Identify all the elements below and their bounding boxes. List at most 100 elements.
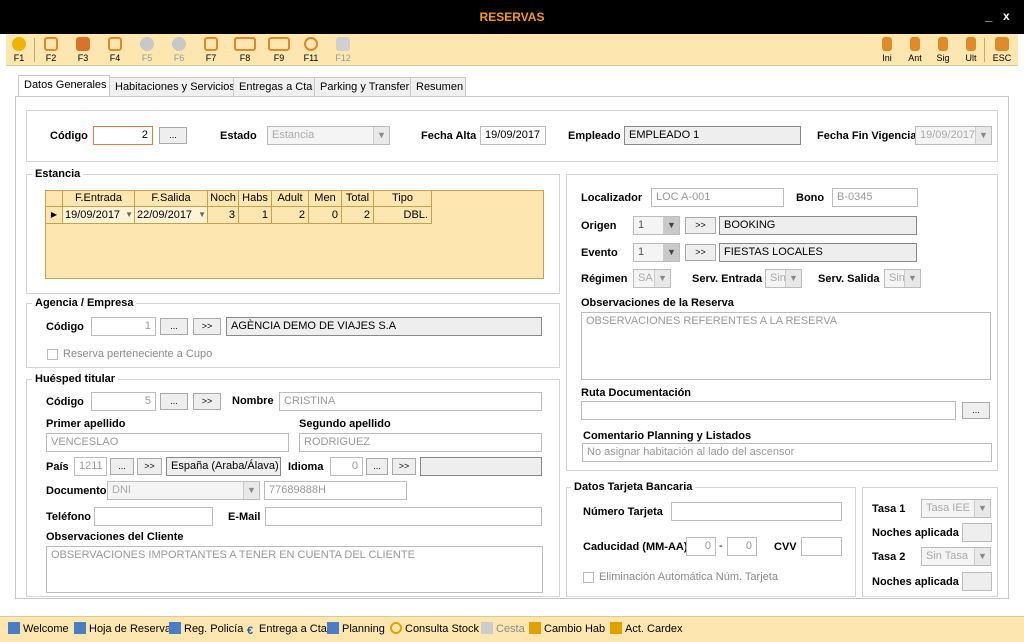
segundo-apellido-input[interactable]: RODRIGUEZ [299,433,542,452]
huesped-lookup-button[interactable]: ... [160,393,188,410]
statusbar-act-cardex[interactable]: Act. Cardex [610,622,682,636]
idioma-code-input[interactable]: 0 [330,457,363,476]
statusbar-entrega-cta[interactable]: € Entrega a Cta [244,622,327,637]
regimen-select[interactable]: SA ▼ [633,269,671,288]
idioma-goto-button[interactable]: >> [392,458,416,475]
toolbar-print-button[interactable]: F3 [70,35,96,65]
eliminacion-checkbox[interactable] [583,572,594,583]
obs-cliente-textarea[interactable]: OBSERVACIONES IMPORTANTES A TENER EN CUE… [46,546,543,593]
idioma-name-field[interactable] [420,457,542,476]
origen-code-select[interactable]: 1 ▼ [633,216,680,235]
agencia-codigo-input[interactable]: 1 [91,317,156,336]
serv-salida-select[interactable]: Sin ▼ [884,269,921,288]
minimize-button[interactable]: _ [985,8,992,23]
huesped-goto-button[interactable]: >> [193,393,221,410]
grid-header[interactable]: Total [342,191,374,207]
toolbar-search-button[interactable]: F11 [298,35,324,65]
email-input[interactable] [265,507,542,526]
estado-select[interactable]: Estancia ▼ [267,126,390,145]
origen-name-field[interactable]: BOOKING [719,216,917,235]
tab-entregas[interactable]: Entregas a Cta [233,77,315,97]
toolbar-keyboard-button[interactable]: F9 [264,35,294,65]
idioma-lookup-button[interactable]: ... [366,458,388,475]
grid-cell-salida[interactable]: 22/09/2017 ▼ [135,207,208,224]
empleado-field[interactable]: EMPLEADO 1 [624,126,801,145]
toolbar-document-button[interactable]: F7 [198,35,224,65]
grid-header[interactable]: Tipo [374,191,432,207]
serv-entrada-select[interactable]: Sin ▼ [765,269,802,288]
tasa1-select[interactable]: Tasa IEE ▼ [921,499,991,518]
nav-next-button[interactable]: Sig [930,35,956,65]
bono-input[interactable]: B-0345 [832,188,918,207]
primer-apellido-input[interactable]: VENCESLAO [46,433,289,452]
statusbar-welcome[interactable]: Welcome [8,622,69,636]
comentario-input[interactable]: No asignar habitación al lado del ascens… [582,443,992,462]
tasa2-select[interactable]: Sin Tasa ▼ [921,547,991,566]
localizador-input[interactable]: LOC A-001 [651,188,784,207]
grid-cell-total[interactable]: 2 [342,207,374,224]
grid-cell-tipo[interactable]: DBL. [374,207,432,224]
toolbar-edit-button[interactable]: F4 [102,35,128,65]
pais-name-field[interactable]: España (Araba/Álava) [166,457,281,476]
toolbar-calendar-button[interactable]: F8 [230,35,260,65]
ruta-browse-button[interactable]: ... [962,402,990,419]
cupo-checkbox[interactable] [47,349,58,360]
origen-goto-button[interactable]: >> [685,217,716,234]
caducidad-aa-input[interactable]: 0 [727,537,757,556]
statusbar-cambio-hab[interactable]: Cambio Hab [529,622,605,636]
fecha-fin-select[interactable]: 19/09/2017 ▼ [915,126,992,145]
obs-reserva-textarea[interactable]: OBSERVACIONES REFERENTES A LA RESERVA [581,312,991,380]
noches2-input[interactable] [962,572,992,591]
toolbar-delete-button[interactable]: F2 [38,35,64,65]
codigo-input[interactable]: 2 [93,126,153,145]
grid-header[interactable]: Men [309,191,342,207]
grid-cell-noches[interactable]: 3 [208,207,239,224]
nombre-input[interactable]: CRISTINA [279,392,542,411]
cvv-input[interactable] [801,537,842,556]
grid-cell-entrada[interactable]: 19/09/2017 ▼ [63,207,135,224]
statusbar-cesta[interactable]: Cesta [481,622,525,636]
evento-goto-button[interactable]: >> [685,244,716,261]
agencia-goto-button[interactable]: >> [193,318,221,335]
numero-tarjeta-input[interactable] [671,502,842,521]
grid-header[interactable]: Noch [208,191,239,207]
huesped-codigo-input[interactable]: 5 [91,392,156,411]
grid-cell-habs[interactable]: 1 [239,207,272,224]
telefono-input[interactable] [94,507,213,526]
noches1-input[interactable] [962,523,992,542]
exit-button[interactable]: ESC [989,35,1015,65]
evento-code-select[interactable]: 1 ▼ [633,243,680,262]
grid-header[interactable]: Adult [272,191,309,207]
statusbar-reg-policia[interactable]: Reg. Policía [169,622,243,636]
tab-habitaciones[interactable]: Habitaciones y Servicios [109,77,235,97]
caducidad-mm-input[interactable]: 0 [686,537,716,556]
grid-header[interactable]: Habs [239,191,272,207]
tab-parking[interactable]: Parking y Transfer [314,77,411,97]
tab-resumen[interactable]: Resumen [410,77,466,97]
tab-datos-generales[interactable]: Datos Generales [18,75,110,97]
documento-type-select[interactable]: DNI ▼ [107,481,260,500]
grid-header[interactable]: F.Entrada [63,191,135,207]
nav-prev-button[interactable]: Ant [902,35,928,65]
statusbar-consulta-stock[interactable]: Consulta Stock [390,622,479,636]
grid-header[interactable]: F.Salida [135,191,208,207]
grid-cell-adult[interactable]: 2 [272,207,309,224]
documento-number-input[interactable]: 77689888H [264,481,407,500]
toolbar-settings-button[interactable]: F12 [330,35,356,65]
fecha-alta-field[interactable]: 19/09/2017 [480,126,546,145]
codigo-lookup-button[interactable]: ... [159,127,187,144]
agencia-name-field[interactable]: AGÈNCIA DEMO DE VIAJES S.A [226,317,542,336]
close-button[interactable]: x [1003,9,1010,23]
nav-last-button[interactable]: Ult [958,35,984,65]
toolbar-cancel-button[interactable]: F6 [166,35,192,65]
grid-cell-men[interactable]: 0 [309,207,342,224]
pais-lookup-button[interactable]: ... [110,458,134,475]
statusbar-hoja-reserva[interactable]: Hoja de Reserva [74,622,171,636]
pais-code-input[interactable]: 1211 [74,457,107,476]
ruta-input[interactable] [581,401,956,420]
evento-name-field[interactable]: FIESTAS LOCALES [719,243,917,262]
nav-first-button[interactable]: Ini [874,35,900,65]
statusbar-planning[interactable]: Planning [327,622,385,636]
agencia-lookup-button[interactable]: ... [160,318,188,335]
toolbar-save-button[interactable]: F5 [134,35,160,65]
